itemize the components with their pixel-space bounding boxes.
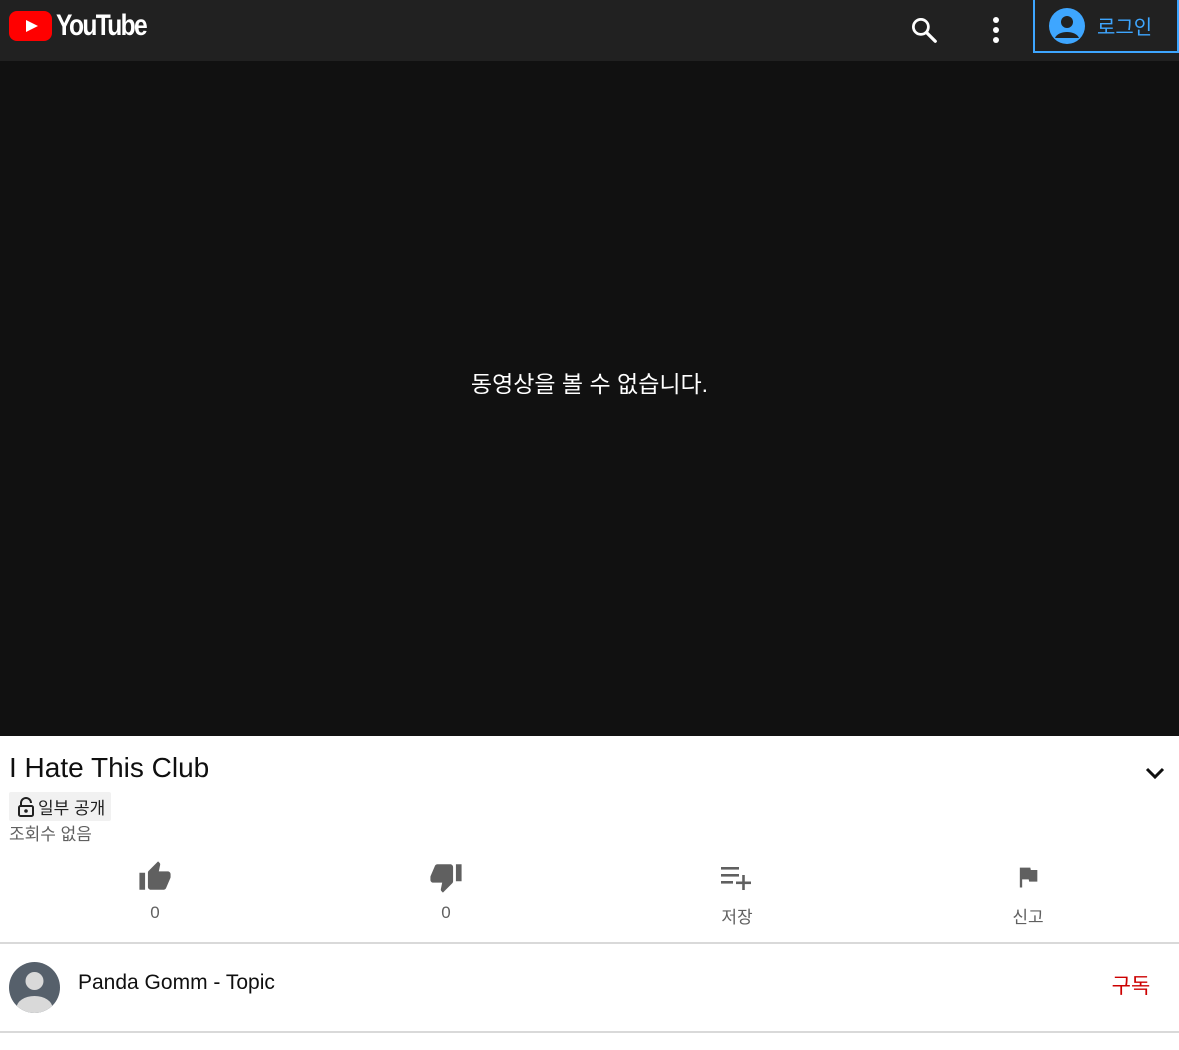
logo-text: YouTube (56, 9, 148, 42)
view-count: 조회수 없음 (9, 825, 92, 844)
save-label: 저장 (721, 908, 753, 927)
privacy-badge: 일부 공개 (9, 792, 112, 821)
divider (0, 942, 1179, 944)
sign-in-label: 로그인 (1097, 17, 1153, 39)
default-avatar-icon (16, 972, 53, 1013)
action-bar: 0 0 저장 신고 (0, 856, 1179, 942)
thumb-up-icon (139, 861, 171, 890)
playlist-add-icon (721, 867, 751, 890)
dislike-button[interactable]: 0 (386, 856, 506, 936)
search-button[interactable] (904, 10, 944, 50)
like-button[interactable]: 0 (95, 856, 215, 936)
more-vert-icon (993, 17, 999, 43)
account-circle-icon (1049, 7, 1085, 44)
save-to-playlist-button[interactable]: 저장 (677, 856, 797, 936)
subscribe-button[interactable]: 구독 (1098, 967, 1164, 1003)
expand-description-button[interactable] (1140, 758, 1170, 788)
divider (0, 1031, 1179, 1033)
more-options-button[interactable] (976, 10, 1016, 50)
channel-name[interactable]: Panda Gomm - Topic (78, 971, 275, 995)
dislike-count: 0 (441, 903, 451, 922)
youtube-logo-icon (9, 11, 52, 41)
privacy-label: 일부 공개 (38, 799, 106, 818)
thumb-down-icon (430, 864, 462, 893)
search-icon (912, 18, 937, 43)
youtube-logo[interactable]: YouTube (9, 9, 166, 42)
flag-icon (1019, 867, 1038, 888)
top-app-bar: YouTube 로그인 (0, 0, 1179, 61)
video-title: I Hate This Club (9, 752, 210, 783)
report-button[interactable]: 신고 (968, 856, 1088, 936)
like-count: 0 (150, 903, 160, 922)
sign-in-button[interactable]: 로그인 (1033, 0, 1179, 53)
chevron-down-icon (1145, 767, 1165, 780)
unlisted-lock-icon (18, 796, 34, 817)
report-label: 신고 (1012, 908, 1044, 927)
video-player[interactable]: 동영상을 볼 수 없습니다. (0, 61, 1179, 736)
channel-avatar[interactable] (9, 962, 60, 1013)
video-unavailable-message: 동영상을 볼 수 없습니다. (470, 371, 709, 397)
